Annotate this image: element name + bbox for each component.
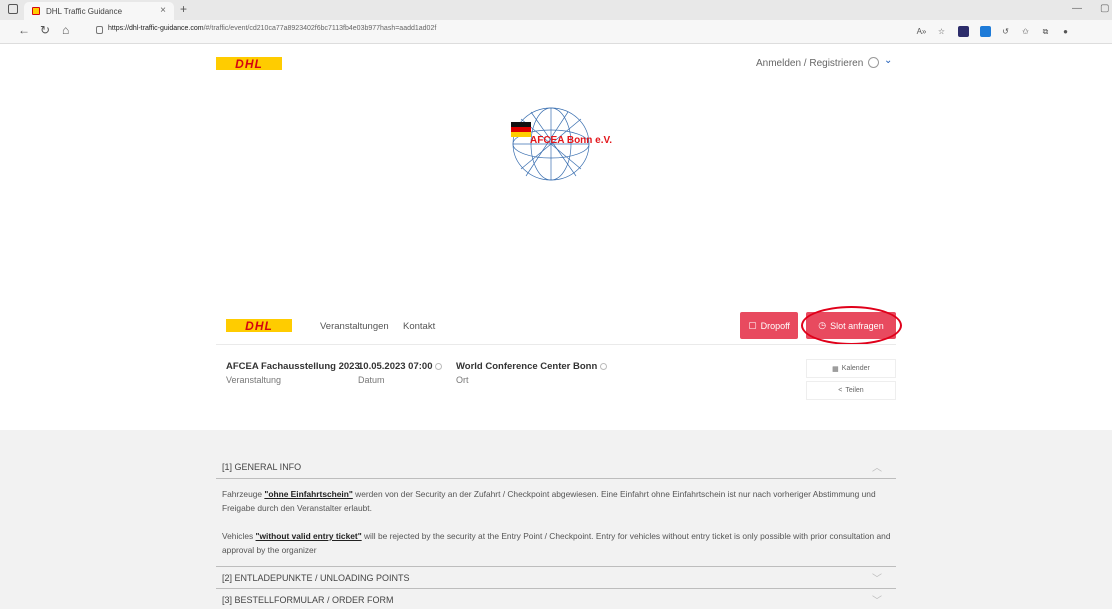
general-info-en: Vehicles "without valid entry ticket" wi…	[222, 531, 891, 555]
tab-title: DHL Traffic Guidance	[46, 6, 123, 16]
calendar-icon: ▦	[832, 365, 839, 373]
extension-icon[interactable]	[958, 26, 969, 37]
minimize-icon[interactable]: —	[1072, 3, 1082, 14]
info-icon[interactable]	[435, 362, 443, 370]
new-tab-icon[interactable]: +	[180, 2, 187, 16]
reload-icon[interactable]: ↻	[40, 23, 50, 37]
dhl-favicon-icon	[32, 7, 40, 15]
favorites-add-icon[interactable]: ☆	[936, 26, 947, 37]
dropoff-button[interactable]: ▢ Dropoff	[740, 312, 798, 339]
divider	[216, 478, 896, 479]
event-label: Veranstaltung	[226, 375, 282, 385]
chevron-down-icon[interactable]: ﹀	[872, 592, 882, 607]
accordion-general-info[interactable]: [1] GENERAL INFO	[222, 462, 896, 472]
lock-icon	[96, 26, 103, 34]
afcea-logo-text: AFCEA Bonn e.V.	[530, 135, 613, 146]
window-maximize-icon[interactable]: ▢	[1100, 3, 1109, 14]
collections-icon[interactable]: ⧉	[1040, 26, 1051, 37]
profile-icon[interactable]: ●	[1060, 26, 1071, 37]
divider	[216, 566, 896, 567]
chevron-down-icon[interactable]: ⌄	[884, 55, 892, 66]
login-register-link[interactable]: Anmelden / Registrieren	[756, 58, 863, 69]
event-date: 10.05.2023 07:00	[358, 361, 443, 372]
globe-icon[interactable]	[868, 57, 879, 68]
event-location: World Conference Center Bonn	[456, 361, 608, 372]
location-label: Ort	[456, 375, 469, 385]
nav-contact-link[interactable]: Kontakt	[403, 321, 435, 332]
read-aloud-icon[interactable]: A»	[916, 26, 927, 37]
share-button[interactable]: < Teilen	[806, 381, 896, 400]
annotation-circle	[801, 306, 902, 345]
back-icon[interactable]: ←	[18, 23, 30, 37]
event-name: AFCEA Fachausstellung 2023	[226, 361, 360, 372]
outlook-icon[interactable]	[980, 26, 991, 37]
info-icon[interactable]	[600, 362, 608, 370]
divider	[216, 588, 896, 589]
box-icon: ▢	[748, 320, 757, 330]
favorites-icon[interactable]: ✩	[1020, 26, 1031, 37]
dhl-event-logo[interactable]: DHL	[226, 319, 292, 333]
home-icon[interactable]: ⌂	[62, 23, 69, 37]
accordion-unloading-points[interactable]: [2] ENTLADEPUNKTE / UNLOADING POINTS	[222, 573, 896, 583]
browser-tab-strip: DHL Traffic Guidance × + — ▢	[0, 0, 1112, 20]
close-tab-icon[interactable]: ×	[160, 5, 166, 16]
share-icon: <	[838, 387, 843, 394]
chevron-up-icon[interactable]: ︿	[872, 459, 882, 474]
dhl-logo[interactable]: DHL	[216, 57, 282, 71]
tab-actions-icon[interactable]	[8, 4, 18, 14]
divider	[216, 344, 896, 345]
general-info-de: Fahrzeuge "ohne Einfahrtschein" werden v…	[222, 489, 876, 513]
nav-events-link[interactable]: Veranstaltungen	[320, 321, 389, 332]
address-bar: ← ↻ ⌂ https://dhl-traffic-guidance.com/#…	[0, 20, 1112, 44]
chevron-down-icon[interactable]: ﹀	[872, 570, 882, 585]
refresh-extension-icon[interactable]: ↺	[1000, 26, 1011, 37]
browser-tab[interactable]: DHL Traffic Guidance ×	[24, 2, 174, 20]
accordion-order-form[interactable]: [3] BESTELLFORMULAR / ORDER FORM	[222, 595, 896, 605]
url-field[interactable]: https://dhl-traffic-guidance.com/#/traff…	[108, 25, 436, 32]
calendar-button[interactable]: ▦ Kalender	[806, 359, 896, 378]
date-label: Datum	[358, 375, 385, 385]
